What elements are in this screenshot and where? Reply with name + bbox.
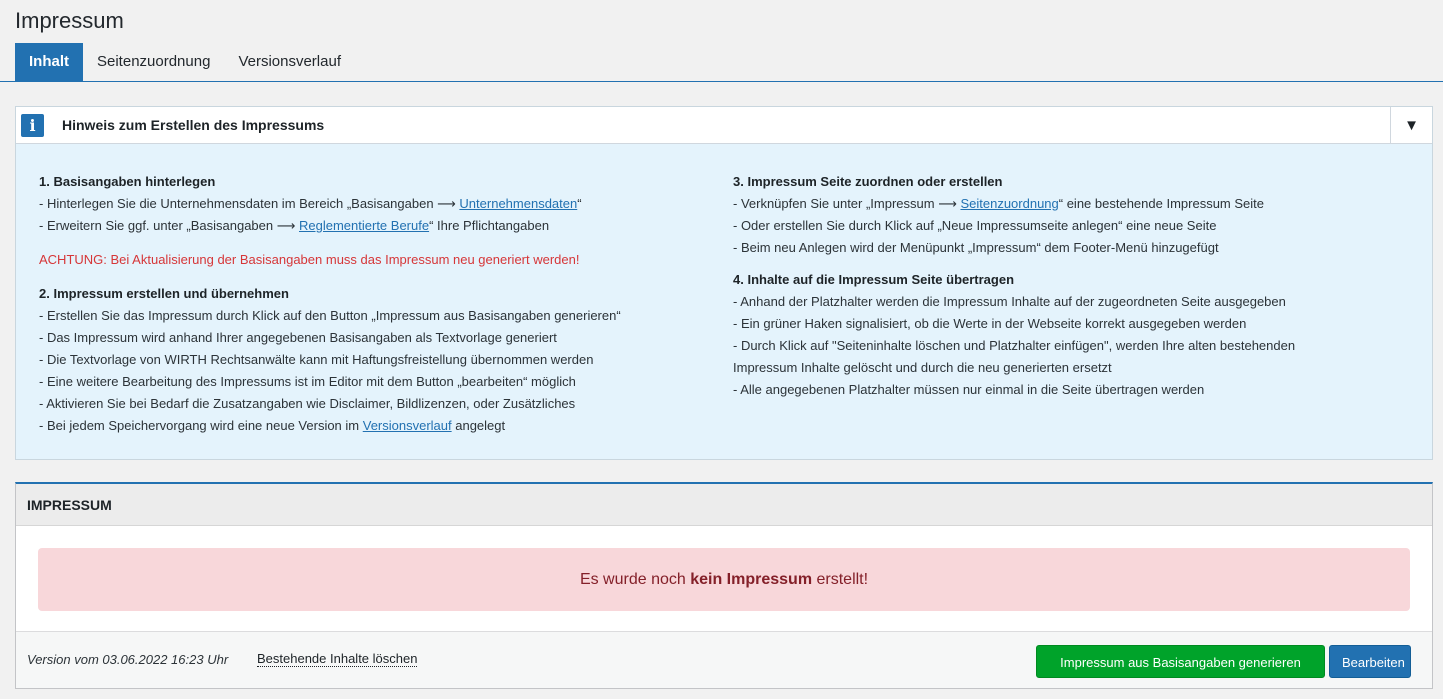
tab-inhalt[interactable]: Inhalt [15,43,83,81]
instruction-line: - Hinterlegen Sie die Unternehmensdaten … [39,196,582,211]
page-title: Impressum [15,8,124,33]
section-title: 3. Impressum Seite zuordnen oder erstell… [733,174,1003,189]
warning-text: ACHTUNG: Bei Aktualisierung der Basisang… [39,252,580,267]
section-title: 2. Impressum erstellen und übernehmen [39,286,289,301]
impressum-panel: IMPRESSUM Es wurde noch kein Impressum e… [15,482,1433,689]
section-title: 4. Inhalte auf die Impressum Seite übert… [733,272,1015,287]
seitenzuordnung-link[interactable]: Seitenzuordnung [960,196,1058,211]
notice-header[interactable]: i Hinweis zum Erstellen des Impressums ▼ [16,107,1432,144]
notice-column-right: 3. Impressum Seite zuordnen oder erstell… [733,171,1393,437]
tab-seitenzuordnung[interactable]: Seitenzuordnung [83,43,224,81]
instruction-line: - Erstellen Sie das Impressum durch Klic… [39,308,621,323]
version-label: Version vom 03.06.2022 16:23 Uhr [27,652,229,667]
unternehmensdaten-link[interactable]: Unternehmensdaten [459,196,577,211]
delete-content-link[interactable]: Bestehende Inhalte löschen [257,651,418,667]
empty-alert: Es wurde noch kein Impressum erstellt! [38,548,1410,611]
versionsverlauf-link[interactable]: Versionsverlauf [363,418,452,433]
instruction-line: - Alle angegebenen Platzhalter müssen nu… [733,382,1205,397]
notice-body: 1. Basisangaben hinterlegen - Hinterlege… [39,171,1429,437]
panel-title: IMPRESSUM [16,484,1432,526]
instruction-line: - Erweitern Sie ggf. unter „Basisangaben… [39,218,550,233]
info-icon: i [21,113,44,137]
instruction-line: - Anhand der Platzhalter werden die Impr… [733,294,1286,309]
edit-button[interactable]: Bearbeiten [1329,645,1411,678]
instruction-line: - Aktivieren Sie bei Bedarf die Zusatzan… [39,396,576,411]
instruction-line: Impressum Inhalte gelöscht und durch die… [733,360,1112,375]
info-notice: i Hinweis zum Erstellen des Impressums ▼… [15,106,1433,460]
instruction-line: - Eine weitere Bearbeitung des Impressum… [39,374,576,389]
instruction-line: - Ein grüner Haken signalisiert, ob die … [733,316,1247,331]
tab-bar: Inhalt Seitenzuordnung Versionsverlauf [0,43,1443,82]
instruction-line: - Das Impressum wird anhand Ihrer angege… [39,330,557,345]
instruction-line: - Verknüpfen Sie unter „Impressum ⟶ Seit… [733,196,1264,211]
section-title: 1. Basisangaben hinterlegen [39,174,216,189]
instruction-line: - Durch Klick auf "Seiteninhalte löschen… [733,338,1296,353]
instruction-line: - Bei jedem Speichervorgang wird eine ne… [39,418,506,433]
instruction-line: - Oder erstellen Sie durch Klick auf „Ne… [733,218,1217,233]
instruction-line: - Die Textvorlage von WIRTH Rechtsanwält… [39,352,594,367]
notice-title: Hinweis zum Erstellen des Impressums [62,117,325,133]
instruction-line: - Beim neu Anlegen wird der Menüpunkt „I… [733,240,1219,255]
tab-versionsverlauf[interactable]: Versionsverlauf [224,43,355,81]
panel-footer: Version vom 03.06.2022 16:23 Uhr Bestehe… [16,631,1432,688]
reglementierte-berufe-link[interactable]: Reglementierte Berufe [299,218,429,233]
generate-impressum-button[interactable]: Impressum aus Basisangaben generieren [1036,645,1325,678]
collapse-toggle-icon[interactable]: ▼ [1390,107,1432,143]
notice-column-left: 1. Basisangaben hinterlegen - Hinterlege… [39,171,733,437]
